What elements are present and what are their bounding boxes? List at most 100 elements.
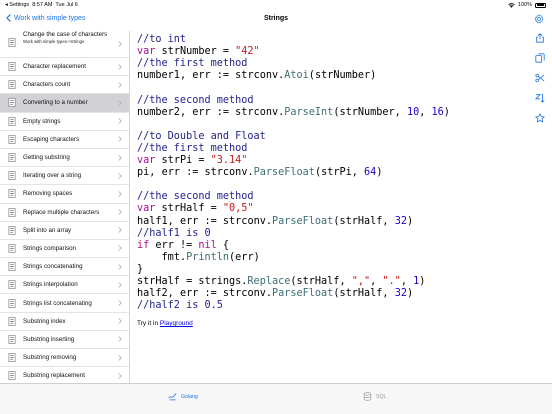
sidebar-item-label: Iterating over a string [23,172,82,180]
navigation-bar: Work with simple types Strings [0,11,552,31]
code-line: //the second method [137,94,254,106]
try-it-label: Try it in [137,320,159,327]
scissors-icon[interactable] [535,73,545,83]
document-icon [8,262,16,272]
back-to-settings[interactable]: ◂ Settings [5,2,29,8]
code-line: var strNumber = "42" [137,46,260,58]
sidebar-item-label: Escaping characters [23,135,80,143]
chevron-right-icon [118,282,122,288]
sidebar-item-strings-interpolation[interactable]: Strings interpolation [0,276,129,295]
chevron-right-icon [118,318,122,324]
document-icon [8,98,16,108]
sidebar-item-label: Empty strings [23,117,61,125]
sidebar-item-empty-strings[interactable]: Empty strings [0,113,129,131]
playground-link[interactable]: Playground [160,320,193,327]
code-line: half2, err := strconv.ParseFloat(strHalf… [137,288,414,300]
document-icon [8,189,16,199]
sidebar-item-label: Substring replacement [23,372,85,380]
document-icon [8,225,16,235]
sidebar-item-replace-multiple-characters[interactable]: Replace multiple characters [0,204,129,222]
code-line: number1, err := strconv.Atoi(strNumber) [137,70,377,82]
star-icon[interactable] [535,113,545,123]
code-line: //to int [137,34,187,45]
sidebar-item-strings-concatenating[interactable]: Strings concatenating [0,258,129,277]
sidebar-item-substring-removing[interactable]: Substring removing [0,349,129,368]
sidebar-item-title: Change the case of characters [23,31,108,38]
code-line: //half1 is 0 [137,227,211,239]
chevron-right-icon [118,245,122,252]
chevron-right-icon [118,41,122,47]
chevron-right-icon [118,136,122,143]
golang-icon [168,393,177,401]
chevron-right-icon [118,173,122,179]
sidebar-item-label: Strings concatenating [23,263,83,271]
chevron-right-icon [118,209,122,215]
chevron-right-icon [118,63,122,70]
tab-sql[interactable]: SQL [363,392,386,401]
code-line: strHalf = strings.Replace(strHalf, ",", … [137,276,426,287]
sidebar-item-character-replacement[interactable]: Character replacement [0,58,129,77]
sidebar-item-label: Strings list concatenating [23,299,92,307]
try-it-line: Try it in Playground [137,320,193,327]
document-icon [8,134,16,144]
sidebar-item-strings-list-concatenating[interactable]: Strings list concatenating [0,294,129,313]
page-title: Strings [263,15,289,22]
wifi-icon [508,2,515,8]
status-bar: ◂ Settings 8:57 AM Tue Jul 6 100% [0,0,552,11]
document-icon [8,244,16,253]
battery-icon [535,2,546,8]
status-right: 100% [508,2,546,8]
sidebar-item-substring-inserting[interactable]: Substring inserting [0,331,129,349]
sidebar-item-characters-count[interactable]: Characters count [0,76,129,95]
code-line: half1, err := strconv.ParseFloat(strHalf… [137,215,414,227]
code-line: } [137,263,144,275]
sidebar-item-change-case[interactable]: Change the case of characters Work with … [0,31,129,58]
status-left: ◂ Settings 8:57 AM Tue Jul 6 [5,2,78,8]
sidebar-item-label: Characters count [23,81,71,89]
sidebar-item-label: Character replacement [23,63,86,71]
chevron-right-icon [118,300,122,306]
sidebar-item-removing-spaces[interactable]: Removing spaces [0,185,129,204]
code-line: pi, err := strconv.ParseFloat(strPi, 64) [137,167,383,179]
sidebar-item-escaping-characters[interactable]: Escaping characters [0,131,129,149]
share-icon[interactable] [535,33,545,43]
copy-icon[interactable] [535,53,545,63]
database-icon [363,392,372,401]
code-line: //the first method [137,142,248,154]
sidebar-item-substring-replacement[interactable]: Substring replacement [0,367,129,383]
right-toolbar [532,33,548,133]
code-content: //to int var strNumber = "42" //the first … [136,31,526,383]
document-icon [8,371,16,381]
sidebar-item-label: Strings comparison [23,244,76,252]
document-icon [8,298,16,308]
sidebar-item-converting-to-a-number[interactable]: Converting to a number [0,94,129,113]
sidebar-item-label: Converting to a number [23,99,88,107]
tab-golang[interactable]: Golang [168,392,198,401]
tab-golang-label: Golang [181,393,198,400]
sidebar-item-split-into-an-array[interactable]: Split into an array [0,222,129,240]
sidebar-item-label: Substring inserting [23,335,75,343]
sidebar-item-strings-comparison[interactable]: Strings comparison [0,240,129,259]
document-icon [8,334,16,344]
chevron-right-icon [118,82,122,88]
sidebar-item-sublabel: Work with simple types->Strings [23,38,85,44]
sidebar-item-getting-substring[interactable]: Getting substring [0,149,129,168]
code-line: fmt.Println(err) [161,251,260,263]
chevron-right-icon [118,100,122,106]
code-line: //to Double and Float [137,130,266,142]
document-icon [8,280,16,290]
gear-icon[interactable] [534,14,544,24]
document-icon [8,171,16,181]
code-line: var strHalf = "0,5" [137,203,254,215]
chevron-right-icon [118,336,122,343]
sidebar-item-iterating-over-a-string[interactable]: Iterating over a string [0,167,129,186]
code-line: number2, err := strconv.ParseInt(strNumb… [137,106,450,118]
sidebar-item-label: Replace multiple characters [23,208,100,216]
status-time: 8:57 AM [32,2,53,8]
sort-icon[interactable] [535,93,545,103]
code-line: //the second method [137,191,254,203]
sidebar-item-label: Change the case of characters Work with … [23,31,113,45]
document-icon [8,316,16,326]
sidebar-item-substring-index[interactable]: Substring index [0,313,129,331]
code-line: if err != nil { [137,239,230,251]
